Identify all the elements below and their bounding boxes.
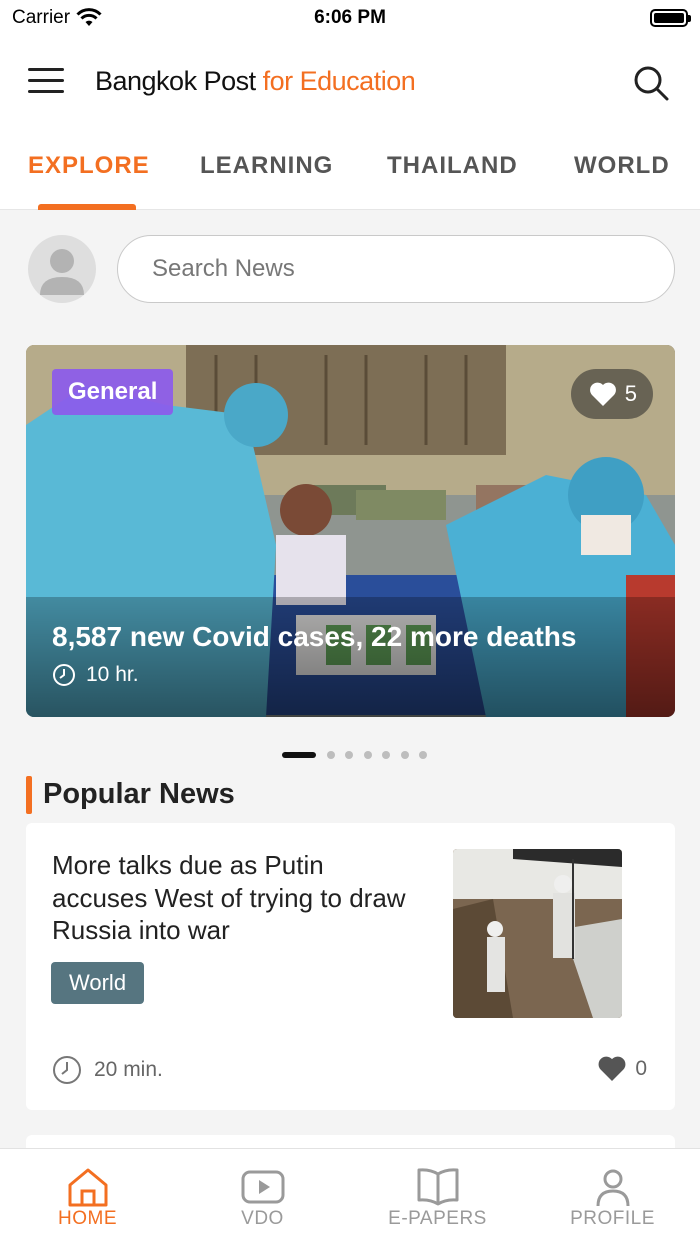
featured-title[interactable]: 8,587 new Covid cases, 22 more deaths bbox=[52, 621, 576, 653]
like-button[interactable]: 5 bbox=[570, 369, 653, 419]
news-title[interactable]: More talks due as Putin accuses West of … bbox=[52, 849, 412, 947]
brand-logo: Bangkok Post for Education bbox=[95, 66, 416, 97]
like-count: 0 bbox=[635, 1056, 647, 1080]
nav-home-label: HOME bbox=[58, 1208, 117, 1229]
carousel-indicator bbox=[0, 750, 700, 760]
heart-icon bbox=[598, 1056, 626, 1081]
carousel-dot[interactable] bbox=[364, 751, 372, 759]
carousel-dot[interactable] bbox=[345, 751, 353, 759]
brand-tagline: for Education bbox=[262, 66, 416, 96]
news-timestamp: 20 min. bbox=[52, 1055, 163, 1085]
status-bar: Carrier 6:06 PM bbox=[0, 0, 700, 40]
heart-icon bbox=[589, 382, 616, 406]
avatar[interactable] bbox=[28, 235, 96, 303]
category-badge[interactable]: General bbox=[52, 369, 174, 415]
tab-thailand[interactable]: THAILAND bbox=[387, 152, 518, 180]
search-input[interactable] bbox=[117, 235, 675, 303]
nav-vdo[interactable]: VDO bbox=[175, 1149, 350, 1244]
clock: 6:06 PM bbox=[314, 7, 386, 28]
battery-icon bbox=[650, 9, 691, 27]
hamburger-icon bbox=[28, 68, 64, 71]
news-thumbnail[interactable] bbox=[453, 849, 622, 1018]
clock-icon bbox=[53, 664, 75, 686]
category-tabs: EXPLORE LEARNING THAILAND WORLD bbox=[0, 124, 700, 210]
news-card[interactable]: More talks due as Putin accuses West of … bbox=[26, 823, 675, 1110]
carousel-dot[interactable] bbox=[327, 751, 335, 759]
section-title: Popular News bbox=[43, 778, 235, 810]
like-button[interactable]: 0 bbox=[597, 1055, 647, 1082]
bottom-nav: HOME VDO E-PAPERS PROFILE bbox=[0, 1148, 700, 1244]
person-icon bbox=[596, 1169, 630, 1207]
nav-vdo-label: VDO bbox=[241, 1208, 284, 1229]
nav-profile[interactable]: PROFILE bbox=[525, 1149, 700, 1244]
featured-timestamp: 10 hr. bbox=[52, 663, 139, 687]
book-icon bbox=[417, 1168, 459, 1206]
tab-world[interactable]: WORLD bbox=[574, 152, 670, 180]
news-category-tag[interactable]: World bbox=[51, 962, 145, 1004]
tab-explore[interactable]: EXPLORE bbox=[28, 152, 150, 180]
person-icon bbox=[40, 249, 84, 295]
featured-time-text: 10 hr. bbox=[86, 663, 139, 686]
carousel-dot[interactable] bbox=[401, 751, 409, 759]
nav-epapers-label: E-PAPERS bbox=[388, 1208, 487, 1229]
home-icon bbox=[68, 1168, 108, 1207]
app-header: Bangkok Post for Education bbox=[0, 40, 700, 124]
brand-name: Bangkok Post bbox=[95, 66, 256, 96]
news-time-text: 20 min. bbox=[94, 1058, 163, 1081]
menu-button[interactable] bbox=[28, 68, 66, 96]
search-button[interactable] bbox=[632, 64, 670, 102]
news-image bbox=[453, 849, 622, 1018]
nav-profile-label: PROFILE bbox=[570, 1208, 655, 1229]
tab-learning[interactable]: LEARNING bbox=[200, 152, 333, 180]
featured-article[interactable]: General 5 8,587 new Covid cases, 22 more… bbox=[26, 345, 675, 717]
video-icon bbox=[241, 1170, 285, 1204]
carousel-dot[interactable] bbox=[382, 751, 390, 759]
like-count: 5 bbox=[624, 381, 637, 406]
nav-home[interactable]: HOME bbox=[0, 1149, 175, 1244]
nav-epapers[interactable]: E-PAPERS bbox=[350, 1149, 525, 1244]
section-accent-bar bbox=[26, 776, 32, 814]
clock-icon bbox=[53, 1056, 81, 1084]
carousel-dot[interactable] bbox=[419, 751, 427, 759]
search-icon bbox=[634, 66, 669, 101]
tab-indicator bbox=[38, 204, 136, 210]
carousel-dot[interactable] bbox=[282, 752, 316, 758]
